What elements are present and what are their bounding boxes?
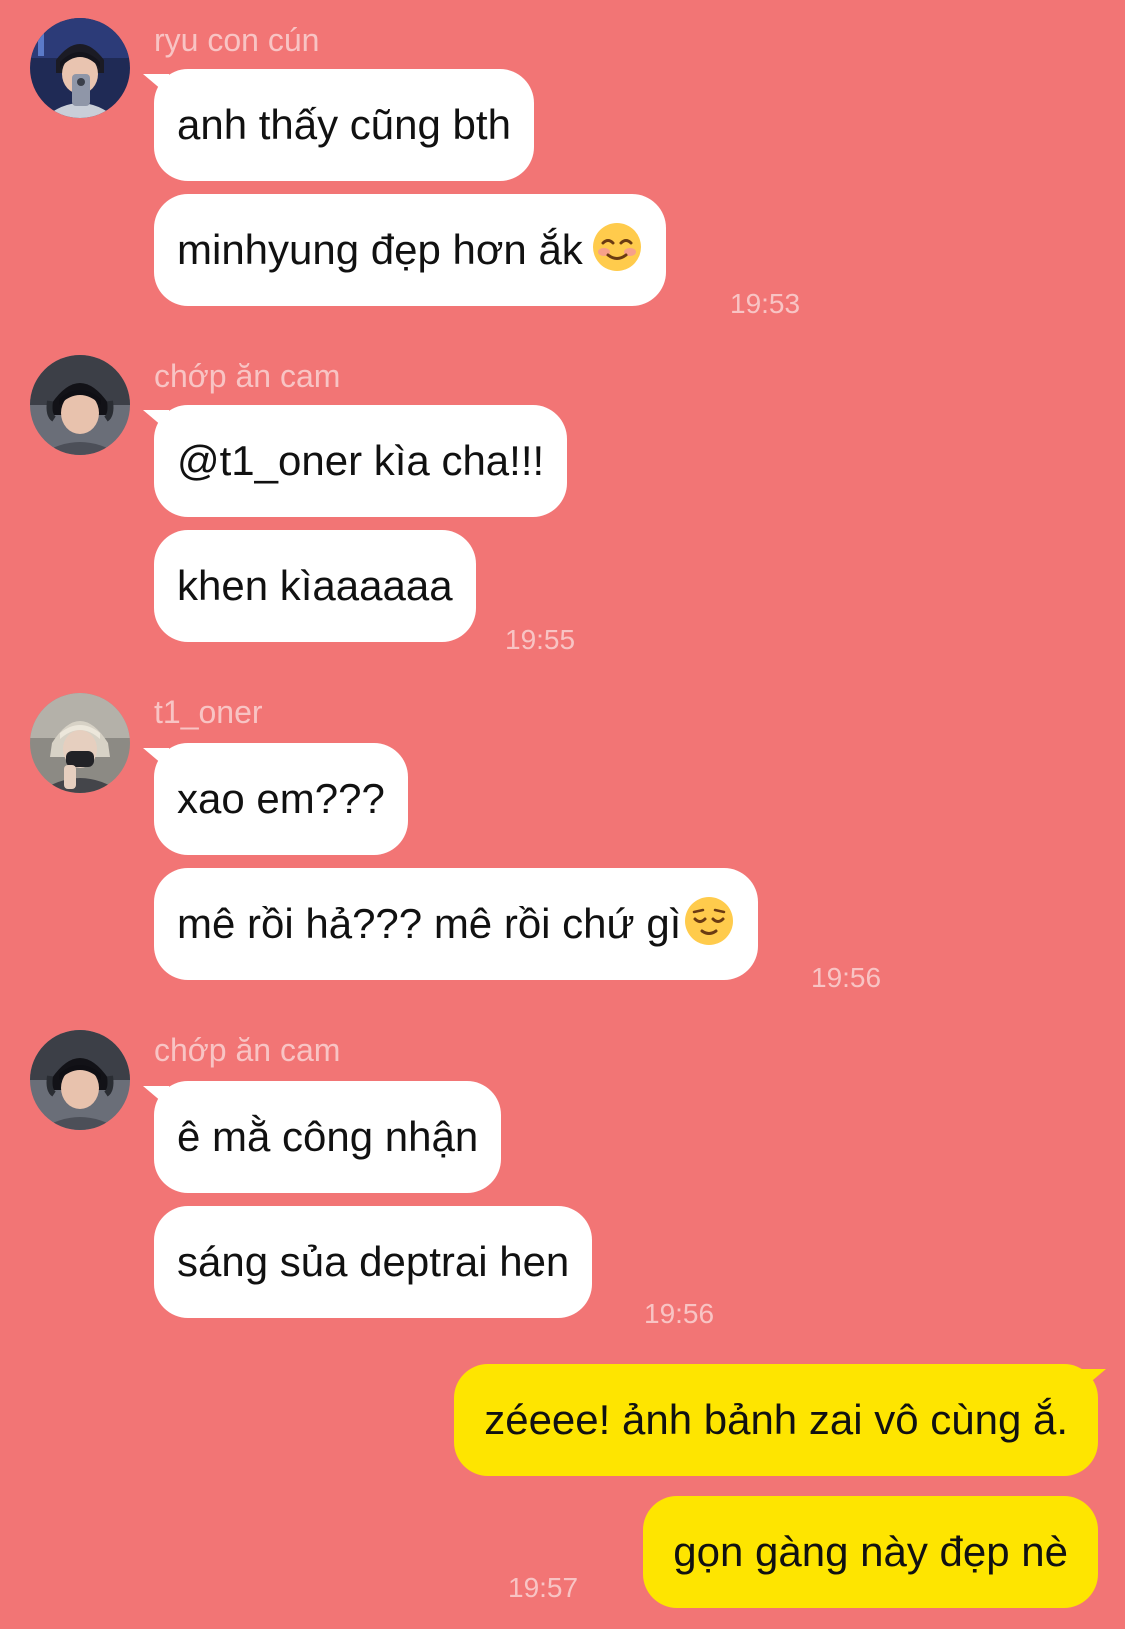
sender-name: t1_oner bbox=[154, 694, 263, 730]
message-bubble[interactable]: ê mằ công nhận bbox=[154, 1081, 502, 1193]
message-bubble[interactable]: mê rồi hả??? mê rồi chứ gì bbox=[154, 868, 759, 980]
message-text: @t1_oner kìa cha!!! bbox=[177, 437, 545, 484]
sender-name: ryu con cún bbox=[154, 22, 320, 58]
message-timestamp: 19:55 bbox=[505, 624, 576, 655]
message-bubble[interactable]: @t1_oner kìa cha!!! bbox=[154, 405, 568, 517]
avatar[interactable] bbox=[30, 355, 130, 455]
message-timestamp: 19:57 bbox=[508, 1572, 579, 1603]
message-text: sáng sủa deptrai hen bbox=[177, 1238, 570, 1285]
avatar[interactable] bbox=[30, 1030, 130, 1130]
message-text: gọn gàng này đẹp nè bbox=[673, 1528, 1068, 1575]
avatar[interactable] bbox=[30, 18, 130, 118]
relieved-emoji-icon bbox=[685, 897, 734, 945]
message-bubble[interactable]: xao em??? bbox=[154, 743, 408, 855]
avatar[interactable] bbox=[30, 693, 130, 793]
message-timestamp: 19:56 bbox=[811, 962, 882, 993]
message-bubble[interactable]: anh thấy cũng bth bbox=[154, 69, 534, 181]
message-timestamp: 19:53 bbox=[730, 288, 801, 319]
sender-name: chớp ăn cam bbox=[154, 358, 341, 394]
message-text: mê rồi hả??? mê rồi chứ gì bbox=[177, 900, 682, 947]
message-text: zéeee! ảnh bảnh zai vô cùng ắ. bbox=[484, 1396, 1068, 1443]
message-bubble[interactable]: sáng sủa deptrai hen bbox=[154, 1206, 593, 1318]
sender-name: chớp ăn cam bbox=[154, 1032, 341, 1068]
message-text: ê mằ công nhận bbox=[177, 1113, 479, 1160]
message-text: khen kìaaaaaa bbox=[177, 562, 453, 609]
message-text: xao em??? bbox=[177, 775, 385, 822]
message-bubble-outgoing[interactable]: gọn gàng này đẹp nè bbox=[643, 1496, 1098, 1608]
message-timestamp: 19:56 bbox=[644, 1298, 715, 1329]
message-bubble[interactable]: minhyung đẹp hơn ắk bbox=[154, 194, 666, 306]
message-text: anh thấy cũng bth bbox=[177, 101, 511, 148]
message-bubble-outgoing[interactable]: zéeee! ảnh bảnh zai vô cùng ắ. bbox=[454, 1364, 1098, 1476]
message-bubble[interactable]: khen kìaaaaaa bbox=[154, 530, 476, 642]
message-text: minhyung đẹp hơn ắk bbox=[177, 226, 583, 273]
smiling-blush-emoji-icon bbox=[592, 223, 641, 271]
